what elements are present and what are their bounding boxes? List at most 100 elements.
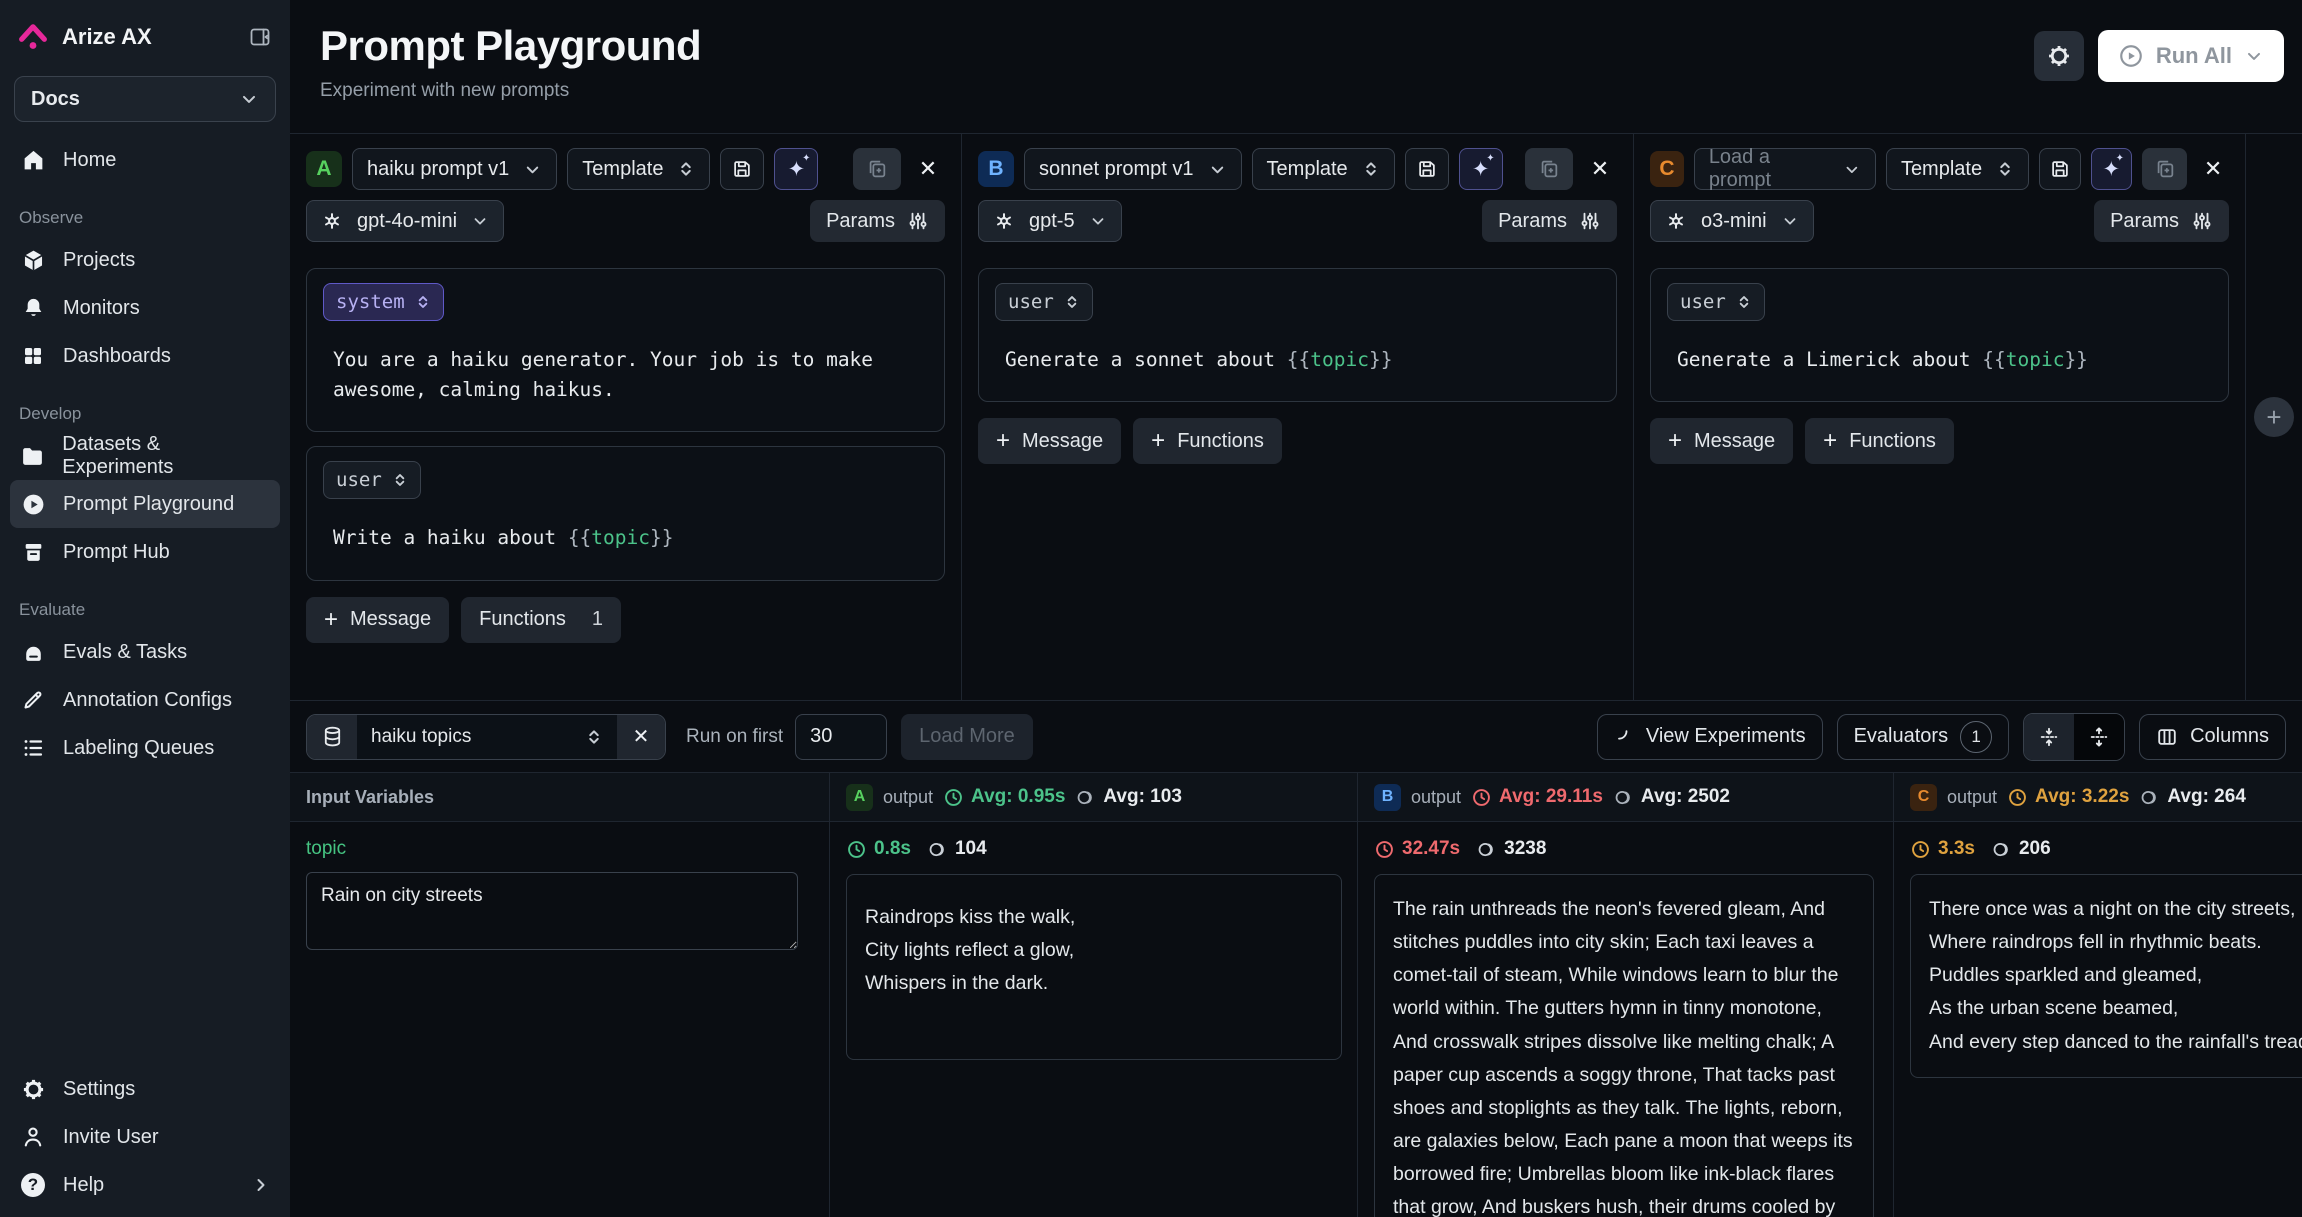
output-text-b[interactable]: The rain unthreads the neon's fevered gl… xyxy=(1374,874,1874,1217)
params-label: Params xyxy=(826,210,895,233)
add-prompt-column-button[interactable]: + xyxy=(2254,397,2294,437)
message-text[interactable]: Generate a Limerick about {{topic}} xyxy=(1677,345,2212,375)
output-header-b: B output Avg: 29.11s Avg: 2502 xyxy=(1358,773,1894,821)
save-prompt-button-a[interactable] xyxy=(720,148,764,190)
sidebar-item-annotation-configs[interactable]: Annotation Configs xyxy=(10,676,280,724)
dataset-icon-button[interactable] xyxy=(307,715,357,759)
collapse-sidebar-icon[interactable] xyxy=(248,25,272,49)
message-text[interactable]: You are a haiku generator. Your job is t… xyxy=(333,345,928,405)
dataset-select[interactable]: haiku topics xyxy=(357,715,617,759)
columns-button[interactable]: Columns xyxy=(2139,714,2286,760)
duplicate-prompt-button-b[interactable] xyxy=(1525,148,1573,190)
close-icon: ✕ xyxy=(633,724,650,749)
sidebar-item-home[interactable]: Home xyxy=(10,136,280,184)
template-select-a[interactable]: Template xyxy=(567,148,710,190)
add-message-button-b[interactable]: + Message xyxy=(978,418,1121,464)
column-b-messages: user Generate a sonnet about {{topic}} xyxy=(978,268,1617,402)
prompt-select-c[interactable]: Load a prompt xyxy=(1694,148,1876,190)
playground-settings-button[interactable] xyxy=(2034,31,2084,81)
clock-icon xyxy=(846,839,867,860)
model-select-a[interactable]: gpt-4o-mini xyxy=(306,200,504,242)
close-column-a-button[interactable]: ✕ xyxy=(911,148,945,190)
ai-assist-button-c[interactable]: ✦ ✦ xyxy=(2091,148,2132,190)
output-text-a[interactable]: Raindrops kiss the walk, City lights ref… xyxy=(846,874,1342,1060)
template-brace: {{ xyxy=(1982,348,2005,371)
sidebar-item-prompt-playground[interactable]: Prompt Playground xyxy=(10,480,280,528)
run-on-first-input[interactable] xyxy=(795,714,887,760)
sidebar-item-label: Prompt Playground xyxy=(63,493,234,516)
sidebar-item-dashboards[interactable]: Dashboards xyxy=(10,332,280,380)
prompt-select-a[interactable]: haiku prompt v1 xyxy=(352,148,557,190)
close-column-b-button[interactable]: ✕ xyxy=(1583,148,1617,190)
plus-icon: + xyxy=(324,606,338,634)
ai-assist-button-a[interactable]: ✦ ✦ xyxy=(774,148,818,190)
sidebar-item-label: Settings xyxy=(63,1078,135,1101)
sidebar-item-prompt-hub[interactable]: Prompt Hub xyxy=(10,528,280,576)
duplicate-prompt-button-a[interactable] xyxy=(853,148,901,190)
gear-icon xyxy=(2046,43,2072,69)
row-height-toggle xyxy=(2023,713,2125,761)
template-select-c[interactable]: Template xyxy=(1886,148,2029,190)
prompt-select-b[interactable]: sonnet prompt v1 xyxy=(1024,148,1242,190)
add-message-button-a[interactable]: + Message xyxy=(306,597,449,643)
collapse-rows-button[interactable] xyxy=(2024,714,2074,760)
output-text-c[interactable]: There once was a night on the city stree… xyxy=(1910,874,2302,1078)
avg-latency-a: Avg: 0.95s xyxy=(943,786,1065,808)
sidebar: Arize AX Docs Home Observe xyxy=(0,0,290,1217)
params-button-b[interactable]: Params xyxy=(1482,200,1617,242)
sidebar-item-label: Invite User xyxy=(63,1126,159,1149)
duplicate-prompt-button-c[interactable] xyxy=(2142,148,2187,190)
ai-assist-button-b[interactable]: ✦ ✦ xyxy=(1459,148,1503,190)
params-button-c[interactable]: Params xyxy=(2094,200,2229,242)
save-prompt-button-b[interactable] xyxy=(1405,148,1449,190)
add-functions-button-b[interactable]: + Functions xyxy=(1133,418,1282,464)
evaluators-button[interactable]: Evaluators 1 xyxy=(1837,714,2010,760)
run-all-button[interactable]: Run All xyxy=(2098,30,2284,82)
template-brace: {{ xyxy=(568,526,591,549)
column-c-header: C Load a prompt Template ✦ ✦ xyxy=(1650,148,2229,190)
updown-icon xyxy=(1064,294,1080,310)
metrics-b: 32.47s 3238 xyxy=(1374,838,1877,860)
role-select-user[interactable]: user xyxy=(323,461,421,499)
output-label: output xyxy=(1947,787,1997,808)
model-select-c[interactable]: o3-mini xyxy=(1650,200,1814,242)
clear-dataset-button[interactable]: ✕ xyxy=(617,715,665,759)
add-functions-button-c[interactable]: + Functions xyxy=(1805,418,1954,464)
sidebar-item-projects[interactable]: Projects xyxy=(10,236,280,284)
add-column-rail: + xyxy=(2246,134,2302,700)
input-value-textarea[interactable]: Rain on city streets xyxy=(306,872,798,950)
sidebar-item-settings[interactable]: Settings xyxy=(10,1065,280,1113)
role-select-user[interactable]: user xyxy=(1667,283,1765,321)
app-root: Arize AX Docs Home Observe xyxy=(0,0,2302,1217)
docs-dropdown[interactable]: Docs xyxy=(14,76,276,122)
pencil-icon xyxy=(19,688,47,712)
message-text[interactable]: Generate a sonnet about {{topic}} xyxy=(1005,345,1600,375)
params-button-a[interactable]: Params xyxy=(810,200,945,242)
view-experiments-button[interactable]: View Experiments xyxy=(1597,714,1823,760)
expand-rows-button[interactable] xyxy=(2074,714,2124,760)
role-select-system[interactable]: system xyxy=(323,283,444,321)
openai-icon xyxy=(321,210,343,232)
model-select-b[interactable]: gpt-5 xyxy=(978,200,1122,242)
functions-label: Functions xyxy=(1849,430,1936,453)
sidebar-item-help[interactable]: ? Help xyxy=(10,1161,280,1209)
evaluators-count-badge: 1 xyxy=(1960,721,1992,753)
template-select-b[interactable]: Template xyxy=(1252,148,1395,190)
functions-button-a[interactable]: Functions 1 xyxy=(461,597,621,643)
sidebar-item-monitors[interactable]: Monitors xyxy=(10,284,280,332)
close-column-c-button[interactable]: ✕ xyxy=(2197,148,2229,190)
output-header-a: A output Avg: 0.95s Avg: 103 xyxy=(830,773,1358,821)
message-text[interactable]: Write a haiku about {{topic}} xyxy=(333,523,928,553)
template-brace: }} xyxy=(650,526,673,549)
role-select-user[interactable]: user xyxy=(995,283,1093,321)
sidebar-item-labeling-queues[interactable]: Labeling Queues xyxy=(10,724,280,772)
load-more-button[interactable]: Load More xyxy=(901,714,1033,760)
add-message-button-c[interactable]: + Message xyxy=(1650,418,1793,464)
sidebar-item-invite-user[interactable]: Invite User xyxy=(10,1113,280,1161)
template-variable: topic xyxy=(1310,348,1369,371)
save-prompt-button-c[interactable] xyxy=(2039,148,2080,190)
output-cell-c: 3.3s 206 There once was a night on the c… xyxy=(1894,822,2302,1217)
sidebar-item-datasets-experiments[interactable]: Datasets & Experiments xyxy=(10,432,280,480)
sidebar-item-label: Datasets & Experiments xyxy=(62,433,271,479)
sidebar-item-evals-tasks[interactable]: Evals & Tasks xyxy=(10,628,280,676)
